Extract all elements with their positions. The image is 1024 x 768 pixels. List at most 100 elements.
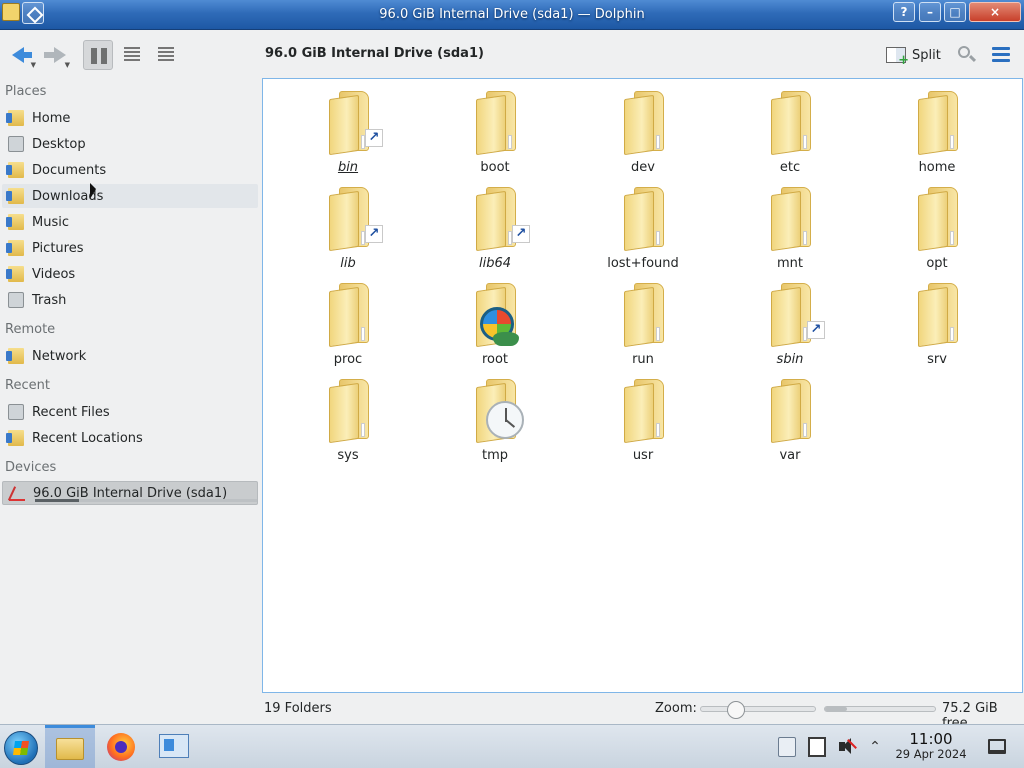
sidebar-item-label: Music (32, 214, 69, 230)
task-firefox[interactable] (97, 725, 147, 768)
folder-name: dev (584, 160, 702, 175)
folder-icon (325, 283, 375, 348)
folder-name-text: lost+found (607, 256, 679, 271)
folder-view[interactable]: ↗ bin boot dev etc home ↗ lib ↗ lib64 lost+found mn… (262, 78, 1023, 693)
folder-name-text: var (779, 448, 801, 463)
folder-item[interactable]: proc (289, 275, 407, 371)
folder-item[interactable]: dev (584, 83, 702, 179)
search-button[interactable] (956, 44, 978, 66)
folder-item[interactable]: etc (731, 83, 849, 179)
folder-item[interactable]: lost+found (584, 179, 702, 275)
section-label-devices: Devices (5, 460, 57, 475)
sidebar-item-pictures[interactable]: Pictures (2, 236, 258, 260)
minimize-button[interactable]: – (919, 2, 941, 22)
sidebar-item-recent-locations[interactable]: Recent Locations (2, 426, 258, 450)
clipboard-icon[interactable] (778, 737, 796, 757)
compact-view-icon (124, 47, 140, 63)
sidebar-item-home[interactable]: Home (2, 106, 258, 130)
folder-name: sbin (731, 352, 849, 367)
trash-icon (8, 292, 24, 308)
desktop-icon (8, 136, 24, 152)
sidebar-item-internal-drive[interactable]: 96.0 GiB Internal Drive (sda1) (2, 481, 258, 505)
folder-name-text: srv (927, 352, 947, 367)
drive-usage-fill (35, 499, 80, 502)
folder-item[interactable]: sys (289, 371, 407, 467)
clock[interactable]: 11:00 29 Apr 2024 (890, 730, 972, 761)
folder-item[interactable]: run (584, 275, 702, 371)
folder-name: sys (289, 448, 407, 463)
folder-name-text: sbin (776, 352, 804, 367)
section-label-recent: Recent (5, 378, 50, 393)
sidebar-item-label: Recent Locations (32, 430, 143, 446)
folder-name-text: home (918, 160, 956, 175)
sidebar-item-videos[interactable]: Videos (2, 262, 258, 286)
folder-item[interactable]: ↗ lib64 (436, 179, 554, 275)
zoom-slider-handle[interactable] (726, 701, 745, 719)
folder-item[interactable]: var (731, 371, 849, 467)
folder-item[interactable]: boot (436, 83, 554, 179)
close-button[interactable]: × (969, 2, 1021, 22)
chevron-up-icon[interactable]: ⌃ (866, 737, 884, 757)
section-label-places: Places (5, 84, 47, 99)
folder-icon (914, 283, 964, 348)
folder-item[interactable]: srv (878, 275, 996, 371)
folder-item[interactable]: home (878, 83, 996, 179)
icons-view-icon (91, 48, 107, 64)
start-menu-button[interactable] (4, 731, 38, 765)
drive-usage-bar (35, 499, 257, 502)
folder-item[interactable]: ↗ bin (289, 83, 407, 179)
folder-name: srv (878, 352, 996, 367)
status-bar: 19 Folders Zoom: 75.2 GiB free (0, 697, 1024, 731)
sidebar-item-downloads[interactable]: Downloads (2, 184, 258, 208)
sidebar-item-label: Recent Files (32, 404, 110, 420)
folder-item[interactable]: usr (584, 371, 702, 467)
folder-item[interactable]: mnt (731, 179, 849, 275)
folder-name: bin (289, 160, 407, 175)
back-button[interactable]: ▼ (8, 41, 38, 69)
volume-muted-icon[interactable] (837, 737, 857, 757)
help-button[interactable]: ? (893, 2, 915, 22)
folder-item[interactable]: ↗ lib (289, 179, 407, 275)
folder-icon (914, 91, 964, 156)
search-icon-handle (968, 54, 977, 63)
root-user-emblem-icon (480, 307, 519, 346)
window-titlebar[interactable]: 96.0 GiB Internal Drive (sda1) — Dolphin… (0, 0, 1024, 30)
sidebar-item-label: Documents (32, 162, 107, 178)
zoom-label: Zoom: (655, 701, 697, 716)
drive-icon (9, 485, 25, 501)
folder-item[interactable]: root (436, 275, 554, 371)
downloads-folder-icon (6, 188, 24, 204)
show-desktop-icon[interactable] (988, 739, 1006, 754)
sidebar-item-documents[interactable]: Documents (2, 158, 258, 182)
folder-name: tmp (436, 448, 554, 463)
hamburger-icon (992, 47, 1010, 50)
sidebar-item-label: Pictures (32, 240, 84, 256)
folder-item[interactable]: tmp (436, 371, 554, 467)
task-settings[interactable] (149, 725, 199, 768)
icons-view-button[interactable] (83, 40, 113, 70)
folder-name-text: usr (632, 448, 654, 463)
task-file-manager[interactable] (45, 725, 95, 768)
zoom-slider[interactable] (700, 701, 816, 719)
hamburger-menu-button[interactable] (990, 44, 1012, 66)
details-view-button[interactable] (151, 40, 181, 70)
compact-view-button[interactable] (117, 40, 147, 70)
folder-name-text: tmp (481, 448, 508, 463)
sidebar-item-music[interactable]: Music (2, 210, 258, 234)
folder-name-text: etc (779, 160, 801, 175)
sidebar-item-label: Home (32, 110, 71, 126)
sidebar-item-trash[interactable]: Trash (2, 288, 258, 312)
sidebar-item-desktop[interactable]: Desktop (2, 132, 258, 156)
notes-icon[interactable] (808, 737, 826, 757)
forward-button[interactable]: ▼ (42, 41, 72, 69)
chevron-down-icon[interactable]: ▼ (65, 61, 70, 69)
sidebar-item-label: Desktop (32, 136, 86, 152)
clock-emblem-icon (486, 401, 524, 439)
chevron-down-icon[interactable]: ▼ (31, 61, 36, 69)
folder-item[interactable]: opt (878, 179, 996, 275)
folder-item[interactable]: ↗ sbin (731, 275, 849, 371)
sidebar-item-network[interactable]: Network (2, 344, 258, 368)
maximize-button[interactable]: □ (944, 2, 966, 22)
split-button[interactable]: Split (886, 42, 941, 68)
sidebar-item-recent-files[interactable]: Recent Files (2, 400, 258, 424)
